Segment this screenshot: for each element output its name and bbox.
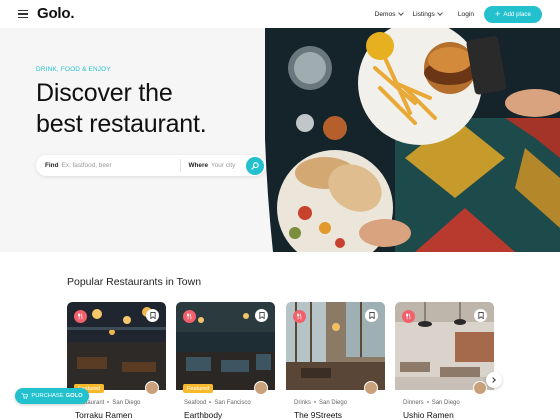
chevron-right-icon [490, 377, 496, 383]
restaurant-card[interactable]: Featured Seafood San Fancisco Earthbody [176, 302, 275, 420]
search-icon [251, 161, 259, 170]
card-city[interactable]: San Diego [319, 400, 347, 406]
card-category[interactable]: Seafood [184, 400, 206, 406]
where-label: Where [188, 162, 209, 169]
section-title: Popular Restaurants in Town [67, 276, 202, 288]
avatar[interactable] [364, 381, 378, 395]
site-logo[interactable]: Golo. [37, 5, 75, 22]
featured-badge: Featured [183, 384, 214, 393]
card-name[interactable]: Ushio Ramen [403, 410, 454, 420]
bookmark-icon[interactable] [146, 309, 159, 322]
carousel-next-button[interactable] [486, 372, 502, 388]
hero-title-line1: Discover the [36, 79, 173, 107]
card-city[interactable]: San Diego [112, 400, 140, 406]
purchase-label: PURCHASE [31, 393, 64, 399]
purchase-brand: GOLO [65, 393, 83, 399]
card-meta: Dinners San Diego [403, 400, 460, 406]
bookmark-icon[interactable] [474, 309, 487, 322]
hero-section: DRINK, FOOD & ENJOY Discover the best re… [0, 28, 560, 252]
nav-demos[interactable]: Demos [374, 9, 404, 18]
search-bar: Find Ex: fastfood, beer Where Your city [36, 155, 266, 176]
restaurant-card[interactable]: Dinners San Diego Ushio Ramen [395, 302, 494, 420]
plus-icon: + [495, 8, 501, 19]
hero-tagline: DRINK, FOOD & ENJOY [36, 66, 111, 73]
card-name[interactable]: Earthbody [184, 410, 222, 420]
main-nav: Demos Listings Login + Add place [375, 0, 542, 28]
find-input[interactable]: Ex: fastfood, beer [62, 162, 180, 169]
site-header: Golo. Demos Listings Login + Add place [0, 0, 560, 28]
cart-icon [21, 393, 29, 399]
card-meta: Seafood San Fancisco [184, 400, 251, 406]
card-category[interactable]: Drinks [294, 400, 311, 406]
add-place-button[interactable]: + Add place [484, 5, 542, 23]
restaurant-card[interactable]: Drinks San Diego The 9Streets [286, 302, 385, 420]
fork-knife-icon [402, 310, 415, 323]
find-label: Find [45, 162, 59, 169]
avatar[interactable] [473, 381, 487, 395]
card-city[interactable]: San Fancisco [214, 400, 250, 406]
card-name[interactable]: The 9Streets [294, 410, 342, 420]
card-category[interactable]: Dinners [403, 400, 424, 406]
avatar[interactable] [145, 381, 159, 395]
add-place-label: Add place [503, 10, 531, 18]
fork-knife-icon [74, 310, 87, 323]
hero-food-image [265, 28, 560, 252]
login-link[interactable]: Login [458, 11, 474, 18]
hamburger-menu-icon[interactable] [18, 10, 28, 19]
restaurant-carousel: Featured Restaurant San Diego Torraku Ram… [67, 302, 547, 420]
card-city[interactable]: San Diego [432, 400, 460, 406]
fork-knife-icon [293, 310, 306, 323]
card-name[interactable]: Torraku Ramen [75, 410, 132, 420]
chevron-down-icon [437, 9, 443, 16]
search-button[interactable] [246, 156, 264, 175]
chevron-down-icon [397, 9, 404, 16]
nav-listings-label: Listings [412, 10, 435, 18]
bookmark-icon[interactable] [255, 309, 268, 322]
nav-listings[interactable]: Listings [412, 9, 443, 18]
avatar[interactable] [254, 381, 268, 395]
hero-title-line2: best restaurant. [36, 110, 207, 138]
fork-knife-icon [183, 310, 196, 323]
bookmark-icon[interactable] [365, 309, 378, 322]
card-meta: Drinks San Diego [294, 400, 347, 406]
nav-demos-label: Demos [374, 10, 396, 18]
search-divider [179, 159, 181, 172]
hero-title: Discover the best restaurant. [36, 78, 207, 140]
purchase-golo-button[interactable]: PURCHASE GOLO [15, 388, 89, 404]
